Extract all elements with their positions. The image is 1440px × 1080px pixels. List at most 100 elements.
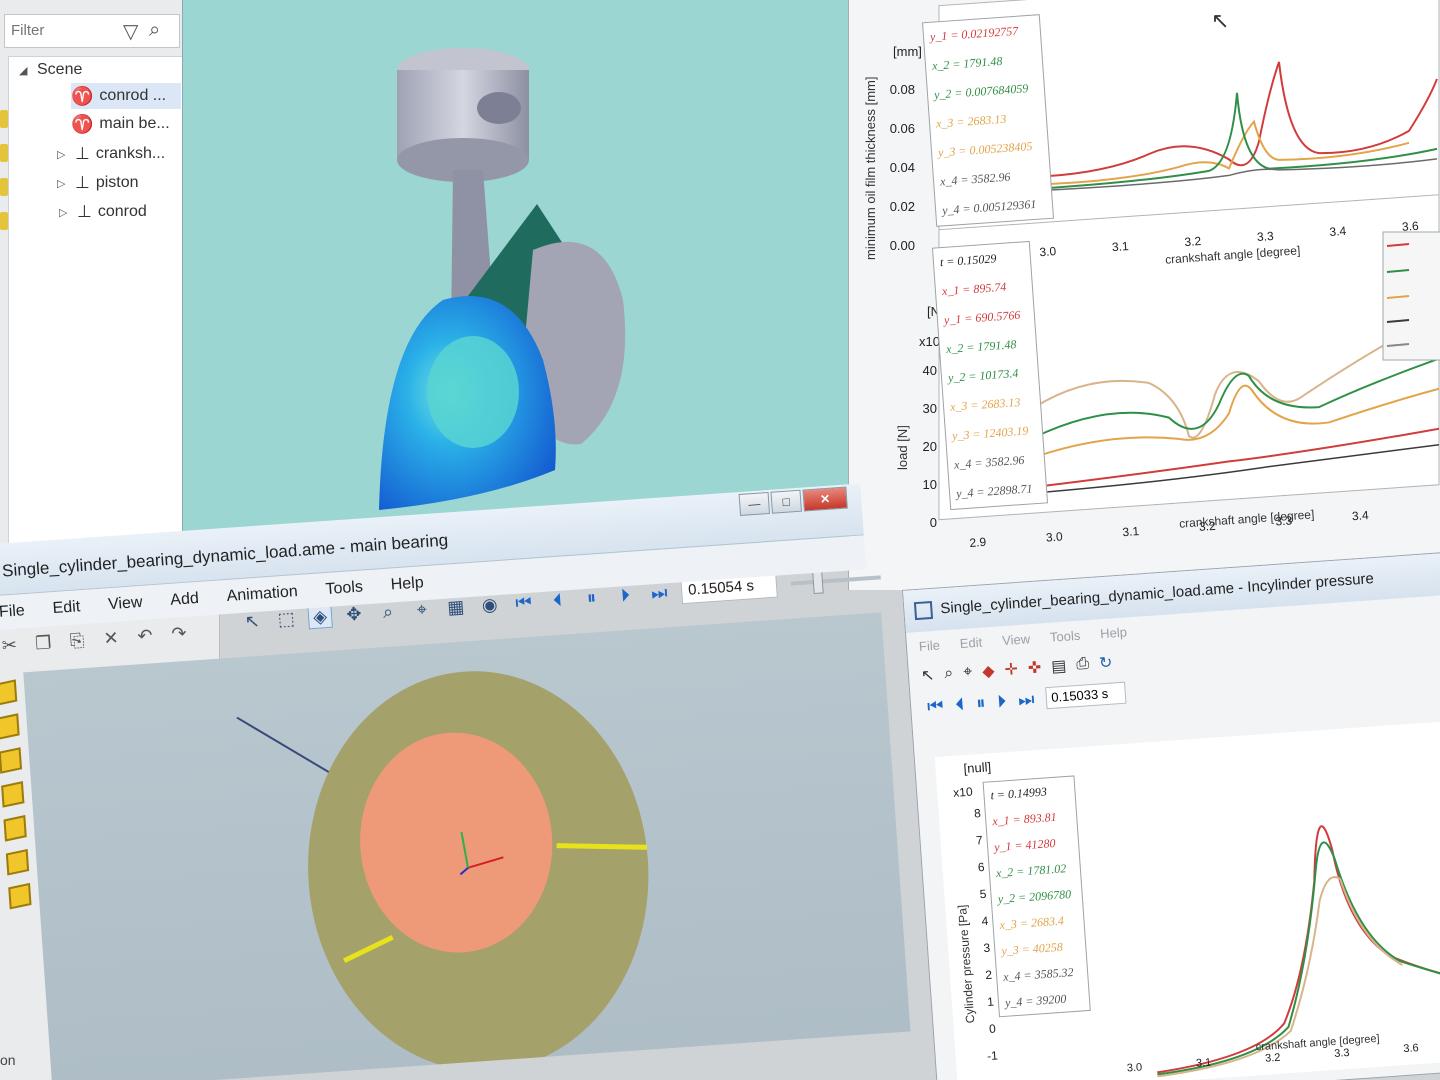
step-forward-icon[interactable]: ⏵ [996, 691, 1006, 713]
menu-help[interactable]: Help [1100, 624, 1128, 641]
time-display[interactable]: 0.15033 s [1045, 681, 1127, 710]
select-arrow-icon[interactable]: ↖ [920, 665, 935, 686]
x-tick: 3.0 [1126, 1061, 1143, 1075]
mouse-cursor-icon: ↖ [1211, 8, 1230, 33]
y-tick: 7 [975, 833, 984, 848]
menu-tools[interactable]: Tools [1049, 627, 1080, 644]
x-tick: 3.0 [1045, 529, 1064, 545]
crosshair-icon[interactable]: ✛ [1004, 659, 1019, 680]
step-back-icon[interactable]: ⏴ [955, 693, 965, 715]
menu-animation[interactable]: Animation [212, 582, 312, 607]
y-tick: 3 [983, 940, 991, 956]
copy-icon[interactable]: ❐ [30, 630, 56, 656]
main-bearing-window: Single_cylinder_bearing_dynamic_load.ame… [0, 424, 911, 1080]
tree-item-conrod[interactable]: ▷ ⊥ conrod [59, 199, 147, 225]
bearing-model [236, 671, 649, 1071]
y-axis-title: minimum oil film thickness [mm] [863, 76, 878, 260]
y-tick: 0.08 [889, 82, 915, 97]
x-tick: 3.2 [1183, 233, 1202, 250]
y-tick: 8 [973, 806, 982, 821]
marker-icon[interactable]: ◆ [982, 661, 996, 682]
expand-arrow-icon[interactable]: ▷ [57, 177, 69, 190]
print-icon[interactable]: ⎙ [1076, 655, 1090, 674]
slider-thumb[interactable] [812, 569, 825, 595]
view-cube-icon[interactable] [0, 747, 23, 774]
x-tick: 3.3 [1333, 1046, 1350, 1060]
fast-forward-icon[interactable]: ⏭ [1017, 689, 1035, 711]
menu-file[interactable]: File [918, 637, 940, 653]
view-cube-icon[interactable] [0, 679, 18, 706]
y-tick: 1 [986, 994, 995, 1010]
close-button[interactable]: ✕ [802, 486, 848, 512]
cut-icon[interactable]: ✂ [0, 632, 22, 658]
readout-line: y_4 = 39200 [1004, 991, 1067, 1010]
tree-item-conrod-bearing[interactable]: ♈ conrod ... [71, 83, 181, 109]
pause-icon[interactable]: ⏸ [976, 692, 986, 714]
refresh-icon[interactable]: ↻ [1098, 653, 1113, 674]
side-icon-strip [0, 110, 8, 246]
expand-arrow-icon[interactable]: ▷ [59, 206, 71, 219]
export-icon[interactable]: ▤ [1051, 656, 1067, 677]
tree-item-scene[interactable]: ◢ Scene [19, 57, 82, 83]
y-tick: 6 [977, 859, 986, 875]
redo-icon[interactable]: ↷ [166, 621, 192, 647]
y-tick: 4 [981, 913, 989, 929]
tree-item-label: Scene [37, 61, 83, 78]
filter-input[interactable] [11, 15, 121, 45]
x-tick: 3.0 [1038, 244, 1057, 260]
x-tick: 2.9 [968, 534, 987, 550]
cursor-pair-icon[interactable]: ✜ [1027, 657, 1042, 678]
tree-item-label: piston [95, 174, 139, 191]
maximize-button[interactable]: □ [770, 489, 802, 514]
menu-file[interactable]: File [0, 601, 39, 623]
view-cube-icon[interactable] [5, 848, 30, 876]
scale-label: x10 [919, 334, 940, 349]
menu-help[interactable]: Help [376, 573, 438, 595]
zoom-fit-icon[interactable]: ⌖ [963, 663, 973, 682]
menu-view[interactable]: View [94, 593, 157, 615]
paste-icon[interactable]: ⎘ [64, 628, 90, 654]
menu-edit[interactable]: Edit [959, 634, 982, 651]
readout-box-mid: t = 0.15029 x_1 = 895.74 y_1 = 690.5766 … [931, 240, 1049, 511]
readout-box-top: y_1 = 0.02192757 x_2 = 1791.48 y_2 = 0.0… [921, 14, 1055, 227]
delete-icon[interactable]: ✕ [98, 625, 124, 651]
menu-tools[interactable]: Tools [311, 578, 377, 601]
y-tick: 0 [988, 1021, 997, 1036]
tree-item-crankshaft[interactable]: ▷ ⊥ cranksh... [57, 141, 165, 167]
minimize-button[interactable]: — [738, 491, 771, 516]
x-tick: 3.1 [1122, 524, 1140, 540]
tree-filter-field[interactable]: ▽ ⌕ [4, 14, 180, 48]
plot-window-icon [913, 600, 934, 621]
funnel-icon[interactable]: ▽ [123, 19, 138, 44]
time-slider[interactable] [790, 569, 881, 595]
collapse-arrow-icon[interactable]: ◢ [19, 64, 31, 77]
x-tick: 3.1 [1195, 1056, 1212, 1070]
x-tick: 3.3 [1256, 228, 1275, 245]
menu-add[interactable]: Add [156, 589, 214, 611]
y-tick: 0 [929, 515, 937, 530]
bearing-3d-viewport[interactable] [23, 612, 911, 1080]
view-cube-icon[interactable] [8, 882, 32, 910]
zoom-icon[interactable]: ⌕ [944, 665, 954, 684]
x-tick: 3.2 [1264, 1051, 1281, 1065]
view-cube-icon[interactable] [1, 781, 25, 808]
y-tick: 5 [979, 886, 987, 902]
tree-item-piston[interactable]: ▷ ⊥ piston [57, 170, 139, 196]
bearing-icon: ♈ [71, 85, 94, 106]
undo-icon[interactable]: ↶ [132, 623, 158, 649]
y-axis-title: load [N] [895, 425, 910, 470]
rewind-icon[interactable]: ⏮ [926, 695, 944, 717]
y-tick: 40 [922, 363, 937, 378]
readout-box-pressure: t = 0.14993 x_1 = 893.81 y_1 = 41280 x_2… [982, 775, 1091, 1018]
frame-axes-icon: ⊥ [75, 144, 90, 163]
tree-item-main-bearing[interactable]: ♈ main be... [71, 111, 170, 137]
frame-axes-icon: ⊥ [75, 173, 90, 192]
view-cube-icon[interactable] [3, 815, 27, 842]
unit-label: [null] [963, 759, 992, 777]
x-tick: 3.1 [1111, 239, 1130, 255]
view-cube-icon[interactable] [0, 713, 20, 740]
menu-view[interactable]: View [1002, 631, 1031, 648]
search-icon[interactable]: ⌕ [149, 19, 160, 42]
menu-edit[interactable]: Edit [38, 597, 95, 619]
expand-arrow-icon[interactable]: ▷ [57, 148, 69, 161]
